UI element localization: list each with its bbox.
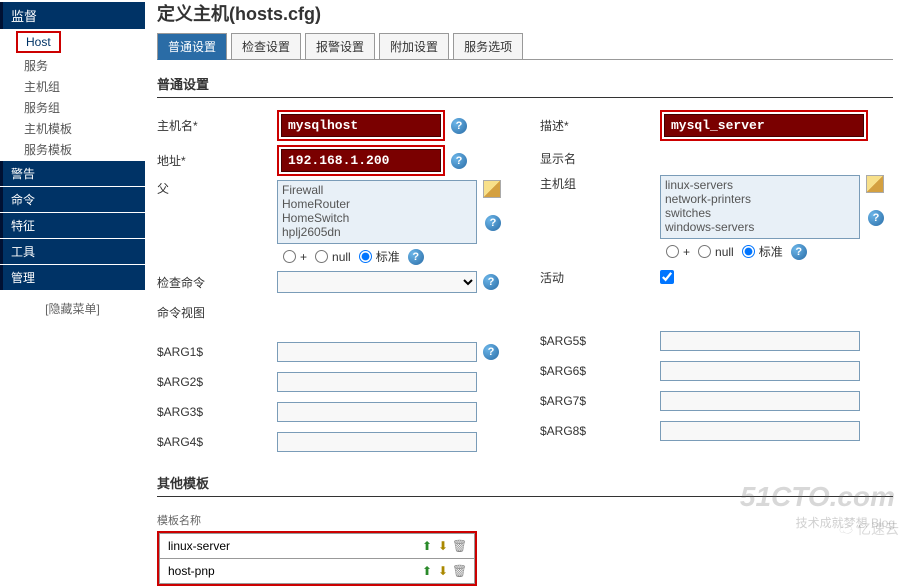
input-arg2[interactable]	[277, 372, 477, 392]
move-down-icon[interactable]: ⬇	[436, 564, 450, 578]
label-arg7: $ARG7$	[540, 394, 660, 408]
checkbox-active[interactable]	[660, 270, 674, 284]
radio-null[interactable]	[698, 245, 711, 258]
label-hostgroup: 主机组	[540, 175, 660, 192]
help-icon[interactable]: ?	[791, 244, 807, 260]
template-name: linux-server	[168, 539, 230, 553]
sidebar-item-hosttemplate[interactable]: 主机模板	[0, 118, 145, 139]
tab-service[interactable]: 服务选项	[453, 33, 523, 60]
radio-plus[interactable]	[666, 245, 679, 258]
tab-basic[interactable]: 普通设置	[157, 33, 227, 60]
sidebar-item-host[interactable]: Host	[16, 31, 61, 53]
radio-plus[interactable]	[283, 250, 296, 263]
sidebar-item-servicegroup[interactable]: 服务组	[0, 97, 145, 118]
edit-icon[interactable]	[483, 180, 501, 198]
help-icon[interactable]: ?	[451, 153, 467, 169]
input-arg7[interactable]	[660, 391, 860, 411]
label-displayname: 显示名	[540, 150, 660, 167]
radio-standard[interactable]	[742, 245, 755, 258]
nav-header-monitor[interactable]: 监督	[0, 2, 145, 29]
sidebar-item-service[interactable]: 服务	[0, 55, 145, 76]
template-name: host-pnp	[168, 564, 215, 578]
nav-section-command[interactable]: 命令	[0, 187, 145, 212]
label-arg8: $ARG8$	[540, 424, 660, 438]
tab-alert[interactable]: 报警设置	[305, 33, 375, 60]
label-arg2: $ARG2$	[157, 375, 277, 389]
label-arg1: $ARG1$	[157, 345, 277, 359]
help-icon[interactable]: ?	[868, 210, 884, 226]
label-description: 描述*	[540, 117, 660, 134]
label-parent: 父	[157, 180, 277, 197]
delete-icon[interactable]: 🗑	[452, 539, 466, 553]
move-down-icon[interactable]: ⬇	[436, 539, 450, 553]
sidebar-item-hostgroup[interactable]: 主机组	[0, 76, 145, 97]
input-arg3[interactable]	[277, 402, 477, 422]
label-checkcommand: 检查命令	[157, 274, 277, 291]
help-icon[interactable]: ?	[483, 274, 499, 290]
label-commandview: 命令视图	[157, 304, 277, 321]
label-arg5: $ARG5$	[540, 334, 660, 348]
move-up-icon[interactable]: ⬆	[420, 539, 434, 553]
watermark: 51CTO.com	[740, 481, 895, 513]
radio-null[interactable]	[315, 250, 328, 263]
input-hostname[interactable]	[281, 114, 441, 137]
label-address: 地址*	[157, 152, 277, 169]
tabs: 普通设置 检查设置 报警设置 附加设置 服务选项	[157, 32, 893, 60]
input-arg4[interactable]	[277, 432, 477, 452]
main-content: 定义主机(hosts.cfg) 普通设置 检查设置 报警设置 附加设置 服务选项…	[145, 0, 905, 543]
input-arg8[interactable]	[660, 421, 860, 441]
select-checkcommand[interactable]	[277, 271, 477, 293]
nav-section-tool[interactable]: 工具	[0, 239, 145, 264]
hide-menu-link[interactable]: [隐藏菜单]	[0, 290, 145, 327]
tab-check[interactable]: 检查设置	[231, 33, 301, 60]
input-description[interactable]	[664, 114, 864, 137]
watermark: ☁ 亿速云	[839, 519, 899, 539]
listbox-hostgroup[interactable]: linux-servers network-printers switches …	[660, 175, 860, 239]
page-title: 定义主机(hosts.cfg)	[157, 0, 893, 32]
sidebar-item-servicetemplate[interactable]: 服务模板	[0, 139, 145, 160]
input-arg6[interactable]	[660, 361, 860, 381]
label-arg3: $ARG3$	[157, 405, 277, 419]
delete-icon[interactable]: 🗑	[452, 564, 466, 578]
sidebar: 监督 Host 服务 主机组 服务组 主机模板 服务模板 警告 命令 特征 工具…	[0, 0, 145, 543]
help-icon[interactable]: ?	[451, 118, 467, 134]
help-icon[interactable]: ?	[485, 215, 501, 231]
section-basic-title: 普通设置	[157, 74, 893, 98]
template-table: linux-server ⬆ ⬇ 🗑 host-pnp ⬆ ⬇ 🗑	[157, 531, 477, 586]
radio-parent: + null 标准 ?	[277, 248, 477, 265]
edit-icon[interactable]	[866, 175, 884, 193]
input-arg1[interactable]	[277, 342, 477, 362]
input-address[interactable]	[281, 149, 441, 172]
nav-section-alert[interactable]: 警告	[0, 161, 145, 186]
nav-section-manage[interactable]: 管理	[0, 265, 145, 290]
help-icon[interactable]: ?	[483, 344, 499, 360]
tab-extra[interactable]: 附加设置	[379, 33, 449, 60]
move-up-icon[interactable]: ⬆	[420, 564, 434, 578]
listbox-parent[interactable]: Firewall HomeRouter HomeSwitch hplj2605d…	[277, 180, 477, 244]
label-arg4: $ARG4$	[157, 435, 277, 449]
label-hostname: 主机名*	[157, 117, 277, 134]
input-arg5[interactable]	[660, 331, 860, 351]
nav-section-feature[interactable]: 特征	[0, 213, 145, 238]
label-active: 活动	[540, 269, 660, 286]
template-row: linux-server ⬆ ⬇ 🗑	[159, 533, 475, 559]
template-row: host-pnp ⬆ ⬇ 🗑	[159, 559, 475, 584]
help-icon[interactable]: ?	[408, 249, 424, 265]
label-arg6: $ARG6$	[540, 364, 660, 378]
radio-hostgroup: + null 标准 ?	[660, 243, 860, 260]
radio-standard[interactable]	[359, 250, 372, 263]
